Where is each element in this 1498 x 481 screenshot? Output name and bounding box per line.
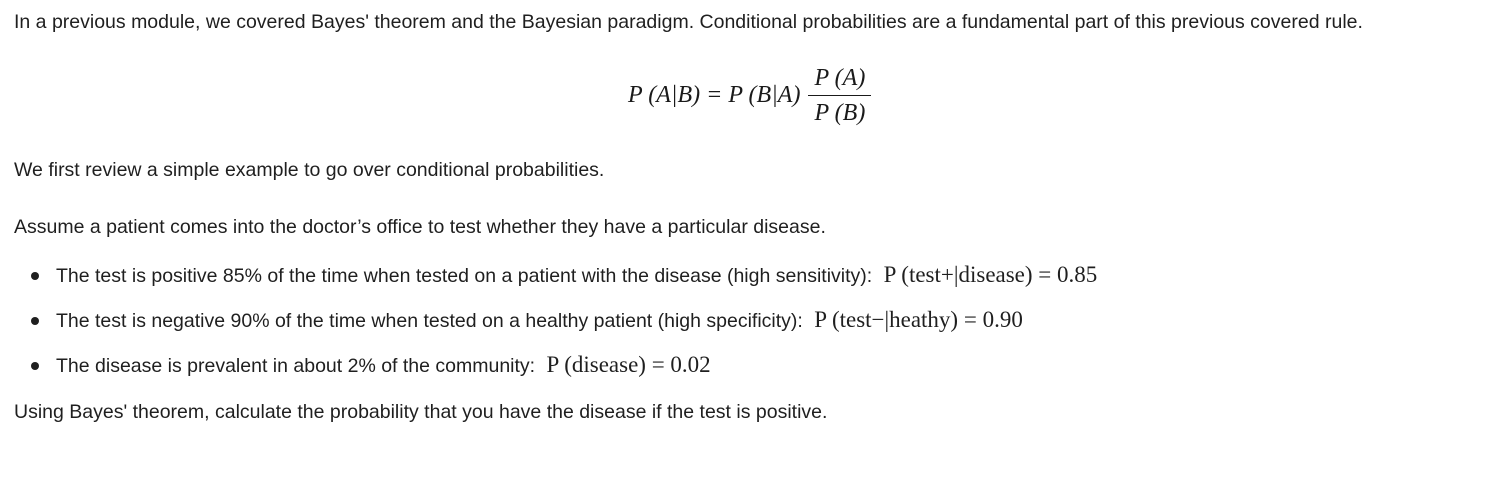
list-item-text: The disease is prevalent in about 2% of … — [56, 355, 536, 377]
fraction-numerator: P (A) — [808, 63, 872, 96]
document-body: In a previous module, we covered Bayes' … — [14, 9, 1492, 425]
equation-lhs: P (A|B) = P (B|A) — [628, 82, 801, 108]
bayes-equation: P (A|B) = P (B|A) P (A) P (B) — [14, 35, 1492, 157]
list-item: The disease is prevalent in about 2% of … — [14, 352, 1492, 379]
bullet-dot — [31, 272, 39, 280]
bullet-dot — [31, 317, 39, 325]
bullet-dot — [31, 362, 39, 370]
fraction-denominator: P (B) — [814, 100, 866, 126]
list-item: The test is positive 85% of the time whe… — [14, 262, 1492, 289]
scenario-paragraph: Assume a patient comes into the doctor’s… — [14, 216, 826, 238]
equation-row: P (A|B) = P (B|A) P (A) P (B) — [628, 63, 872, 128]
list-item-math: P (test+|disease) = 0.85 — [883, 262, 1098, 287]
intro-paragraph: In a previous module, we covered Bayes' … — [14, 11, 1363, 33]
fact-list: The test is positive 85% of the time whe… — [14, 262, 1492, 379]
list-item-math: P (test−|heathy) = 0.90 — [814, 307, 1023, 332]
review-paragraph: We first review a simple example to go o… — [14, 159, 605, 181]
list-item-math: P (disease) = 0.02 — [546, 352, 711, 377]
list-item-text: The test is negative 90% of the time whe… — [56, 310, 803, 332]
list-item: The test is negative 90% of the time whe… — [14, 307, 1492, 334]
list-item-text: The test is positive 85% of the time whe… — [56, 265, 873, 287]
equation-fraction: P (A) P (B) — [808, 63, 872, 128]
question-paragraph: Using Bayes' theorem, calculate the prob… — [14, 401, 828, 423]
